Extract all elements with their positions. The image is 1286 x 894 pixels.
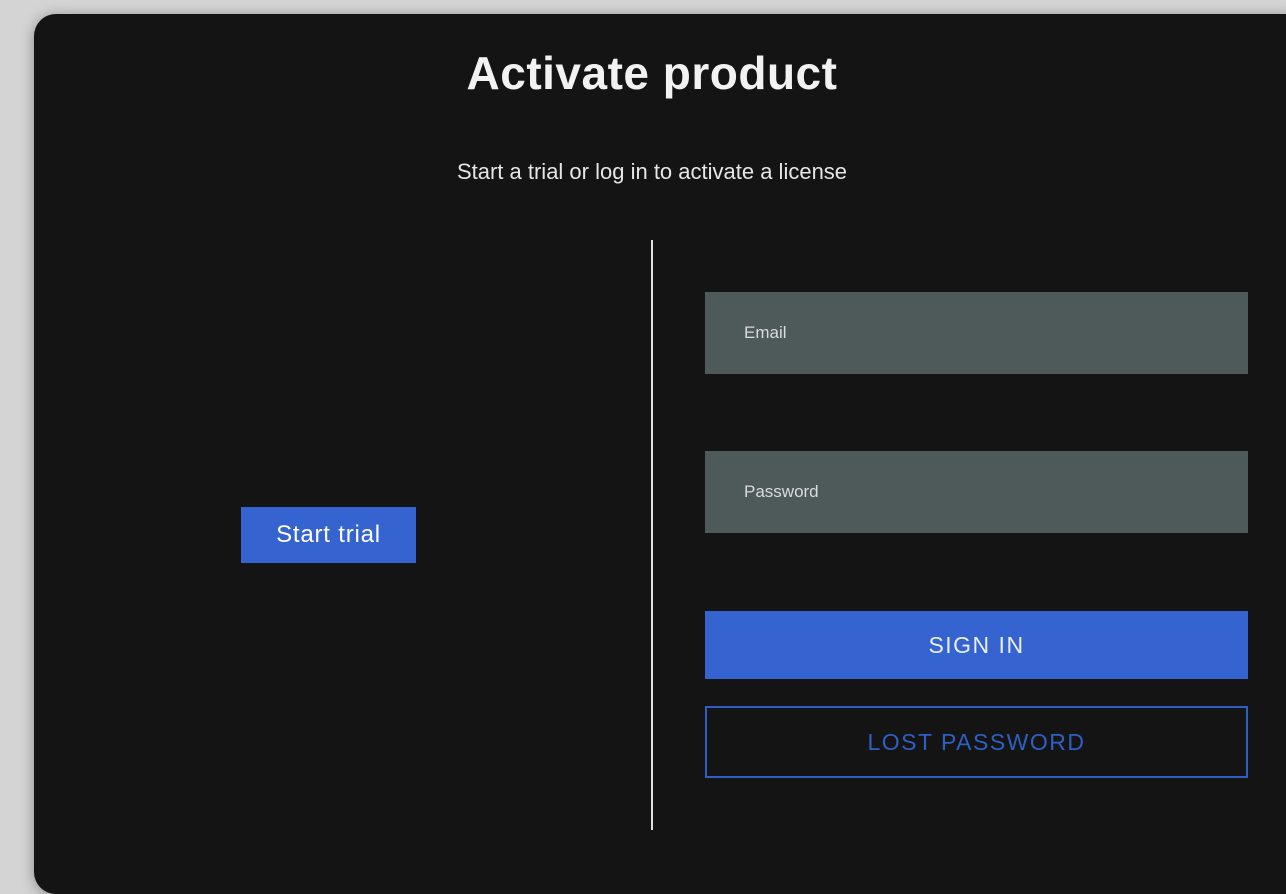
start-trial-button[interactable]: Start trial [241, 507, 416, 563]
sign-in-button[interactable]: SIGN IN [705, 611, 1248, 679]
vertical-divider [651, 240, 653, 830]
dialog-title: Activate product [466, 47, 838, 99]
lost-password-button[interactable]: LOST PASSWORD [705, 706, 1248, 778]
password-field[interactable] [705, 451, 1248, 533]
email-field[interactable] [705, 292, 1248, 374]
dialog-subtitle: Start a trial or log in to activate a li… [456, 159, 848, 184]
